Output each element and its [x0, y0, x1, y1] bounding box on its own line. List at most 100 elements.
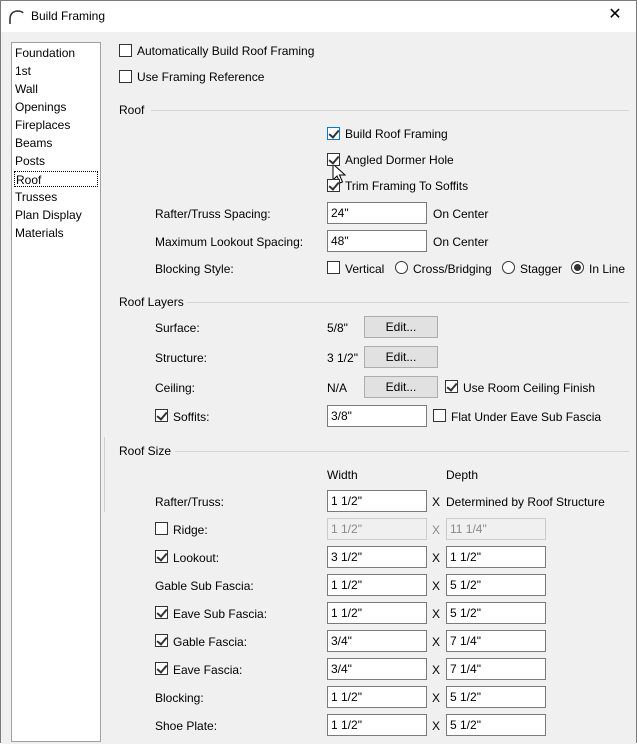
nav-item-foundation[interactable]: Foundation [14, 45, 98, 61]
roof-size-divider [175, 451, 629, 452]
nav-item-posts[interactable]: Posts [14, 153, 98, 169]
lookout-label: Lookout: [173, 551, 220, 565]
lookout-spacing-input[interactable]: 48" [327, 230, 427, 252]
rafter-spacing-input[interactable]: 24" [327, 202, 427, 224]
soffits-input[interactable]: 3/8" [327, 405, 427, 427]
blocking-vertical-label: Vertical [345, 262, 385, 276]
eave-fascia-label: Eave Fascia: [173, 663, 243, 677]
gable-sub-fascia-width-input[interactable]: 1 1/2" [327, 574, 427, 596]
nav-item-plan-display[interactable]: Plan Display [14, 207, 98, 223]
auto-build-label: Automatically Build Roof Framing [137, 44, 315, 58]
structure-value: 3 1/2" [327, 351, 358, 365]
ceiling-label: Ceiling: [155, 381, 196, 395]
shoe-plate-depth-input[interactable]: 5 1/2" [446, 714, 546, 736]
structure-label: Structure: [155, 351, 208, 365]
rafter-truss-label: Rafter/Truss: [155, 495, 224, 509]
nav-item-beams[interactable]: Beams [14, 135, 98, 151]
ridge-checkbox[interactable] [155, 522, 168, 535]
times-symbol: X [432, 663, 441, 677]
rafter-spacing-label: Rafter/Truss Spacing: [155, 207, 271, 221]
times-symbol: X [432, 551, 441, 565]
auto-build-checkbox[interactable] [119, 44, 132, 57]
angled-dormer-hole-label: Angled Dormer Hole [345, 153, 454, 167]
lookout-spacing-unit: On Center [433, 235, 489, 249]
nav-item-1st[interactable]: 1st [14, 63, 98, 79]
roof-size-section-title: Roof Size [119, 444, 172, 458]
times-symbol: X [432, 607, 441, 621]
rafter-truss-width-input[interactable]: 1 1/2" [327, 490, 427, 512]
nav-item-openings[interactable]: Openings [14, 99, 98, 115]
roof-layers-section-title: Roof Layers [119, 295, 184, 309]
times-symbol: X [432, 635, 441, 649]
nav-item-wall[interactable]: Wall [14, 81, 98, 97]
category-list[interactable]: Foundation 1st Wall Openings Fireplaces … [11, 42, 101, 742]
use-framing-reference-label: Use Framing Reference [137, 70, 265, 84]
times-symbol: X [432, 719, 441, 733]
eave-sub-fascia-checkbox[interactable] [155, 606, 168, 619]
gable-fascia-checkbox[interactable] [155, 634, 168, 647]
blocking-stagger-radio[interactable] [502, 261, 515, 274]
gable-fascia-depth-input[interactable]: 7 1/4" [446, 630, 546, 652]
ceiling-edit-button[interactable]: Edit... [364, 376, 438, 398]
window-title: Build Framing [31, 9, 106, 23]
eave-sub-fascia-label: Eave Sub Fascia: [173, 607, 268, 621]
times-symbol: X [432, 495, 441, 509]
blocking-vertical-checkbox[interactable] [327, 261, 340, 274]
lookout-checkbox[interactable] [155, 550, 168, 563]
lookout-width-input[interactable]: 3 1/2" [327, 546, 427, 568]
trim-framing-label: Trim Framing To Soffits [345, 179, 469, 193]
close-icon[interactable]: ✕ [606, 6, 624, 24]
gable-sub-fascia-label: Gable Sub Fascia: [155, 579, 254, 593]
eave-fascia-checkbox[interactable] [155, 662, 168, 675]
times-symbol: X [432, 523, 441, 537]
blocking-cross-radio[interactable] [395, 261, 408, 274]
eave-fascia-width-input[interactable]: 3/4" [327, 658, 427, 680]
surface-label: Surface: [155, 321, 200, 335]
surface-edit-button[interactable]: Edit... [364, 316, 438, 338]
roof-arc-icon [9, 10, 24, 24]
roof-section-divider [151, 110, 629, 111]
build-framing-dialog: Build Framing ✕ Foundation 1st Wall Open… [0, 0, 637, 744]
rafter-truss-depth-text: Determined by Roof Structure [446, 495, 605, 509]
depth-column-header: Depth [446, 468, 479, 482]
gable-sub-fascia-depth-input[interactable]: 5 1/2" [446, 574, 546, 596]
rafter-spacing-unit: On Center [433, 207, 489, 221]
shoe-plate-width-input[interactable]: 1 1/2" [327, 714, 427, 736]
ridge-width-input: 1 1/2" [327, 518, 427, 540]
surface-value: 5/8" [327, 321, 348, 335]
trim-framing-checkbox[interactable] [327, 179, 340, 192]
nav-item-fireplaces[interactable]: Fireplaces [14, 117, 98, 133]
eave-sub-fascia-width-input[interactable]: 1 1/2" [327, 602, 427, 624]
blocking-stagger-label: Stagger [520, 262, 563, 276]
blocking-depth-input[interactable]: 5 1/2" [446, 686, 546, 708]
roof-section-title: Roof [119, 103, 145, 117]
nav-item-trusses[interactable]: Trusses [14, 189, 98, 205]
use-room-ceiling-checkbox[interactable] [445, 380, 458, 393]
times-symbol: X [432, 691, 441, 705]
eave-sub-fascia-depth-input[interactable]: 5 1/2" [446, 602, 546, 624]
use-room-ceiling-label: Use Room Ceiling Finish [463, 381, 596, 395]
times-symbol: X [432, 579, 441, 593]
blocking-label: Blocking: [155, 691, 204, 705]
lookout-depth-input[interactable]: 1 1/2" [446, 546, 546, 568]
blocking-style-label: Blocking Style: [155, 262, 234, 276]
title-bar: Build Framing ✕ [1, 1, 636, 32]
panel-splitter[interactable] [104, 437, 106, 512]
flat-under-eave-label: Flat Under Eave Sub Fascia [451, 410, 602, 424]
blocking-inline-radio[interactable] [571, 261, 584, 274]
roof-layers-divider [187, 302, 629, 303]
gable-fascia-width-input[interactable]: 3/4" [327, 630, 427, 652]
nav-item-roof[interactable]: Roof [14, 171, 98, 187]
flat-under-eave-checkbox[interactable] [433, 409, 446, 422]
nav-item-materials[interactable]: Materials [14, 225, 98, 241]
build-roof-framing-checkbox[interactable] [327, 127, 340, 140]
soffits-checkbox[interactable] [155, 409, 168, 422]
eave-fascia-depth-input[interactable]: 7 1/4" [446, 658, 546, 680]
blocking-width-input[interactable]: 1 1/2" [327, 686, 427, 708]
soffits-label: Soffits: [173, 410, 210, 424]
structure-edit-button[interactable]: Edit... [364, 346, 438, 368]
angled-dormer-hole-checkbox[interactable] [327, 153, 340, 166]
use-framing-reference-checkbox[interactable] [119, 70, 132, 83]
ridge-label: Ridge: [173, 523, 208, 537]
lookout-spacing-label: Maximum Lookout Spacing: [155, 235, 304, 249]
